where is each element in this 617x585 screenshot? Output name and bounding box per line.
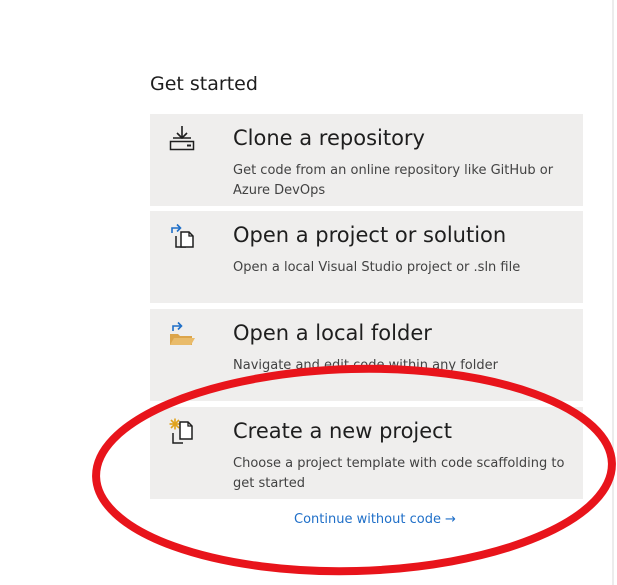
open-project-button[interactable]: Open a project or solution Open a local …: [150, 211, 583, 303]
clone-download-icon: [168, 124, 196, 152]
clone-repository-title: Clone a repository: [233, 126, 425, 150]
clone-repository-description: Get code from an online repository like …: [233, 163, 554, 198]
continue-without-code-link[interactable]: Continue without code →: [294, 512, 456, 527]
new-project-icon: [168, 417, 196, 445]
create-new-project-description: Choose a project template with code scaf…: [233, 456, 565, 491]
open-project-title: Open a project or solution: [233, 223, 507, 247]
vs-start-window: Get started Clone a repository Get code …: [0, 0, 617, 585]
open-folder-description: Navigate and edit code within any folder: [233, 358, 498, 373]
get-started-heading: Get started: [150, 73, 258, 95]
open-folder-title: Open a local folder: [233, 321, 432, 345]
create-new-project-button[interactable]: Create a new project Choose a project te…: [150, 407, 583, 499]
open-project-icon: [168, 221, 196, 249]
window-edge-divider: [612, 0, 614, 585]
open-folder-button[interactable]: Open a local folder Navigate and edit co…: [150, 309, 583, 401]
open-project-description: Open a local Visual Studio project or .s…: [233, 260, 521, 275]
continue-without-code-label: Continue without code: [294, 512, 441, 527]
open-folder-icon: [168, 319, 196, 347]
create-new-project-title: Create a new project: [233, 419, 452, 443]
arrow-right-icon: →: [444, 512, 456, 527]
clone-repository-button[interactable]: Clone a repository Get code from an onli…: [150, 114, 583, 206]
